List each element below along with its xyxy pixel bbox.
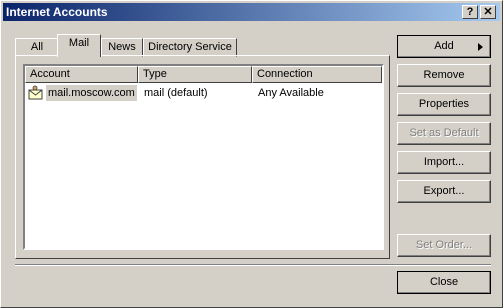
import-button[interactable]: Import... (397, 151, 491, 174)
help-button[interactable]: ? (462, 5, 478, 19)
column-header-account[interactable]: Account (25, 66, 138, 83)
set-as-default-button[interactable]: Set as Default (397, 122, 491, 145)
mail-account-icon (28, 85, 44, 101)
submenu-arrow-icon (478, 43, 483, 51)
account-name: mail.moscow.com (46, 85, 137, 101)
window-title: Internet Accounts (6, 5, 108, 19)
title-bar[interactable]: Internet Accounts ? ✕ (3, 3, 500, 21)
close-window-button[interactable]: ✕ (480, 5, 496, 19)
accounts-list[interactable]: Account Type Connection mail.moscow.com … (23, 64, 384, 250)
column-header-connection[interactable]: Connection (252, 66, 382, 83)
add-button[interactable]: Add (397, 35, 491, 58)
account-connection: Any Available (258, 87, 324, 99)
close-button[interactable]: Close (397, 271, 491, 294)
internet-accounts-dialog: Internet Accounts ? ✕ All Mail News Dire… (0, 0, 503, 308)
set-order-button[interactable]: Set Order... (397, 234, 491, 257)
add-button-label: Add (434, 40, 454, 52)
remove-button[interactable]: Remove (397, 64, 491, 87)
tab-mail[interactable]: Mail (57, 34, 101, 57)
column-header-type[interactable]: Type (138, 66, 252, 83)
properties-button[interactable]: Properties (397, 93, 491, 116)
separator (15, 264, 491, 266)
export-button[interactable]: Export... (397, 180, 491, 203)
account-type: mail (default) (144, 87, 208, 99)
